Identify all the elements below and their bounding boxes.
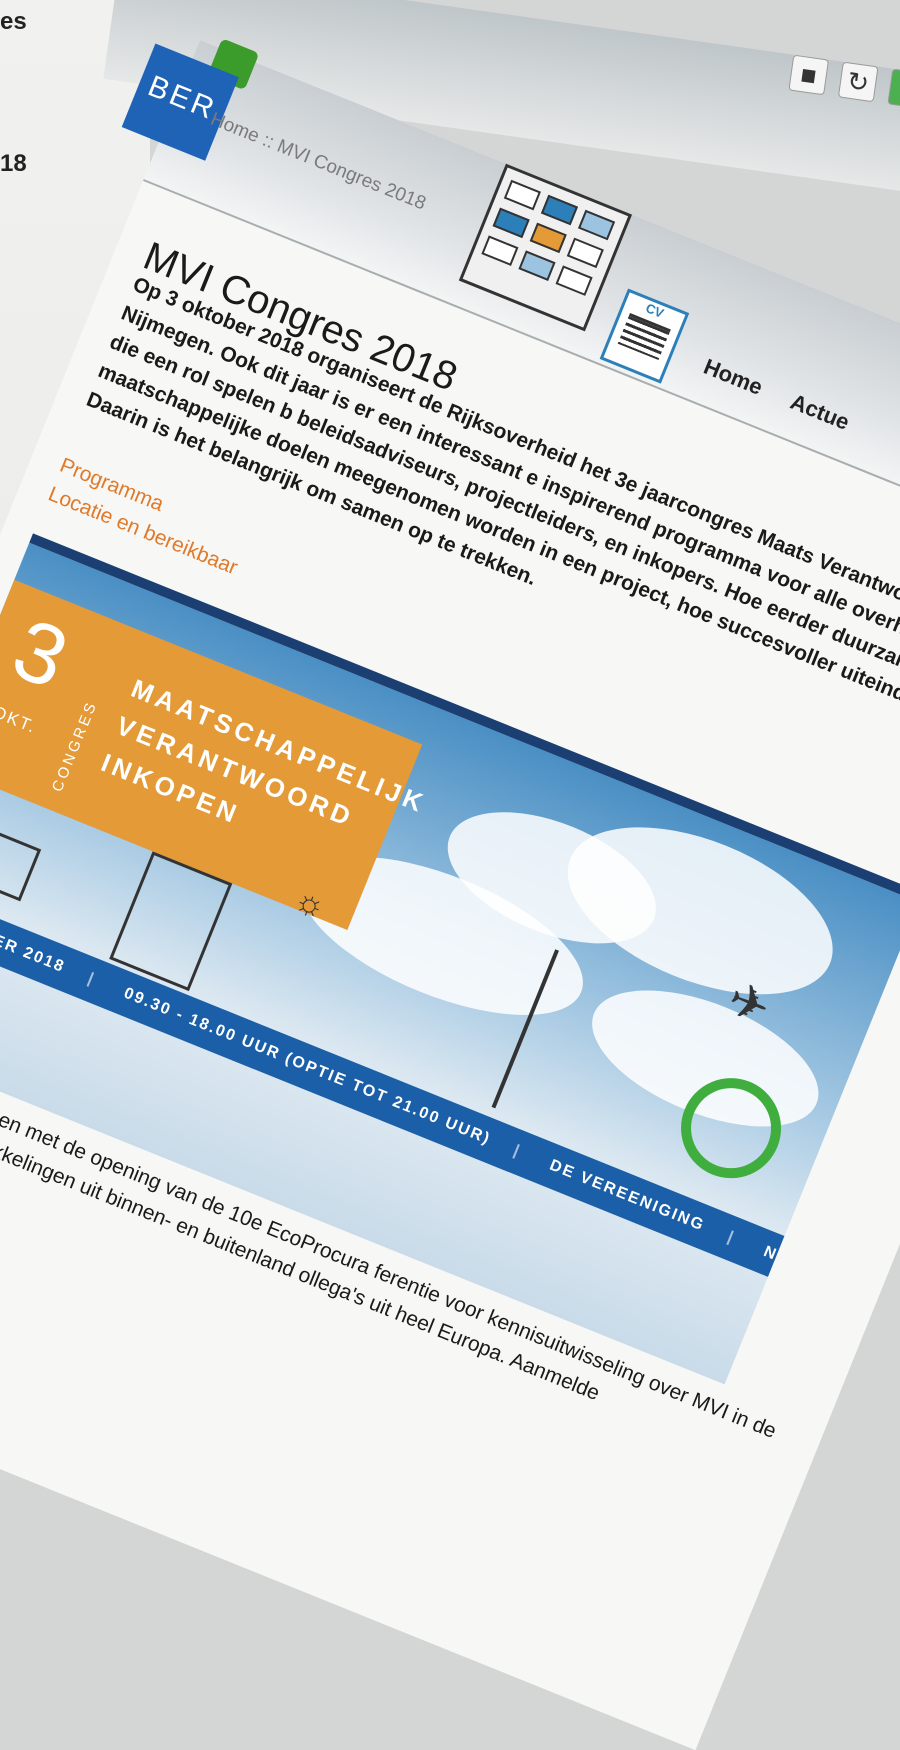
reload-icon[interactable]: ↻ (837, 61, 879, 103)
building-illustration (458, 163, 633, 332)
cv-icon: CV (599, 288, 690, 384)
nav-item-home[interactable]: Home (700, 354, 766, 400)
banner-date: G 3 OKTOBER 2018 (0, 892, 68, 977)
banner-day: 3 (0, 600, 81, 708)
web-page: BER CV Home :: MVI Congres 2018 Home Act… (0, 38, 900, 1750)
banner-venue: DE VEREENIGING (547, 1156, 708, 1235)
banner-city: NIJMEGEN (761, 1243, 860, 1297)
extension-icon[interactable] (887, 68, 900, 110)
banner-congres-label: CONGRES (48, 698, 101, 795)
banner-month: OKT. (0, 702, 40, 738)
breadcrumb[interactable]: Home :: MVI Congres 2018 (207, 109, 428, 216)
main-nav: Home Actue (700, 354, 879, 447)
stop-icon[interactable]: ■ (788, 54, 830, 96)
logo-text: BER (143, 69, 222, 127)
background-text: 18 (0, 150, 27, 177)
house-illustration (0, 824, 42, 902)
banner-time: 09.30 - 18.00 UUR (OPTIE TOT 21.00 UUR) (121, 984, 494, 1149)
nav-item-actueel[interactable]: Actue (787, 389, 853, 435)
background-text: es (0, 8, 27, 35)
